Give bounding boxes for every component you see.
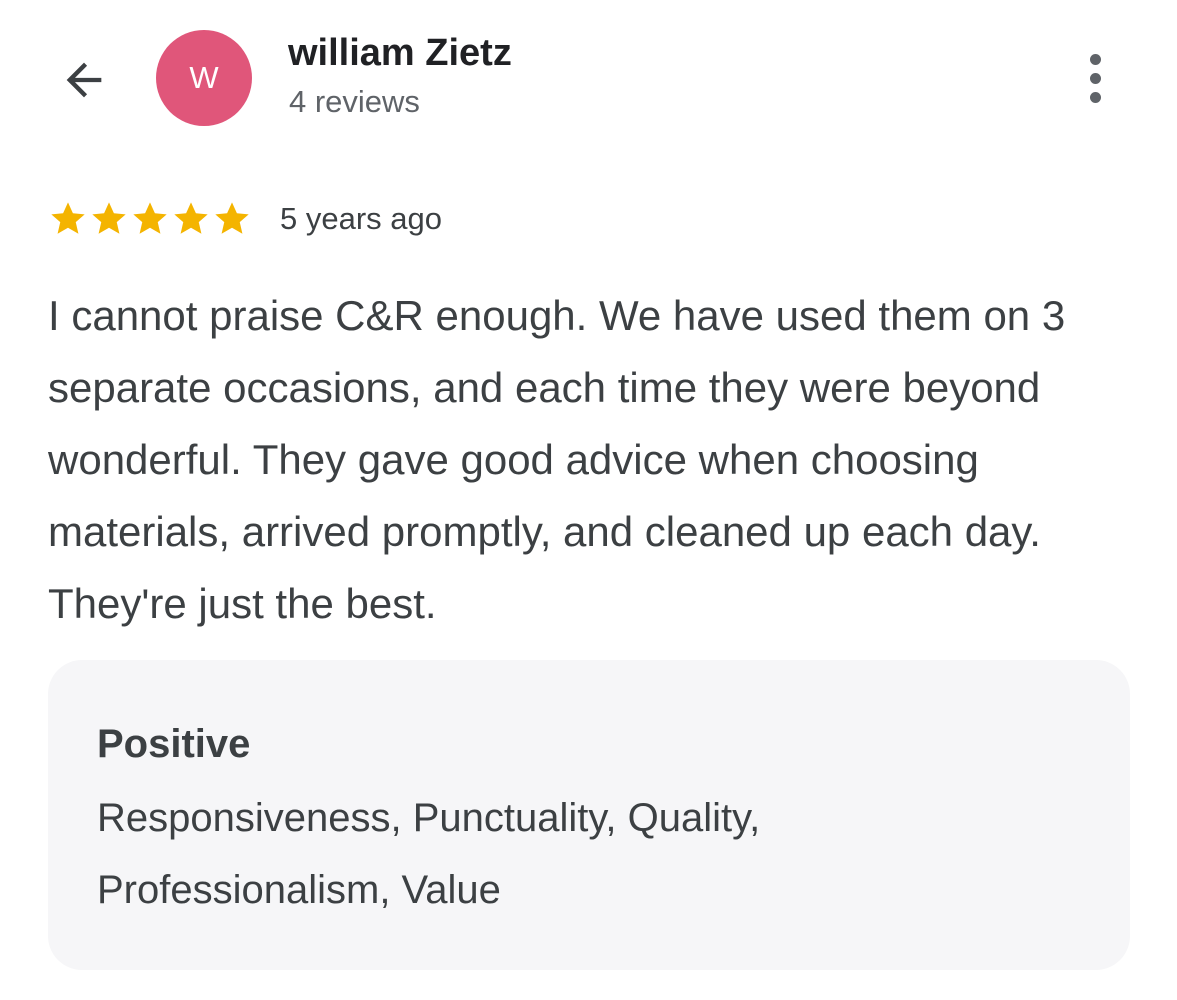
attributes-card: Positive Responsiveness, Punctuality, Qu… [48,660,1130,970]
more-vertical-icon-dot [1089,72,1101,84]
star-rating [48,199,252,239]
attributes-values: Responsiveness, Punctuality, Quality, Pr… [97,796,761,912]
arrow-left-icon [66,62,102,98]
star-icon [51,202,85,234]
avatar-initial: W [189,60,219,95]
more-vertical-icon-dot [1089,91,1101,103]
back-button[interactable] [52,48,116,112]
star-icon [92,202,126,234]
avatar[interactable]: W [156,30,252,126]
author-name[interactable]: william Zietz [288,32,512,75]
star-icon [174,202,208,234]
rating-row: 5 years ago [48,196,442,242]
review-date: 5 years ago [280,201,442,236]
more-options-button[interactable] [1070,46,1120,110]
attributes-heading: Positive [97,722,251,766]
star-icon [133,202,167,234]
review-count: 4 reviews [289,84,420,119]
review-text: I cannot praise C&R enough. We have used… [48,292,1066,627]
star-icon [215,202,249,234]
more-vertical-icon [1089,53,1101,65]
